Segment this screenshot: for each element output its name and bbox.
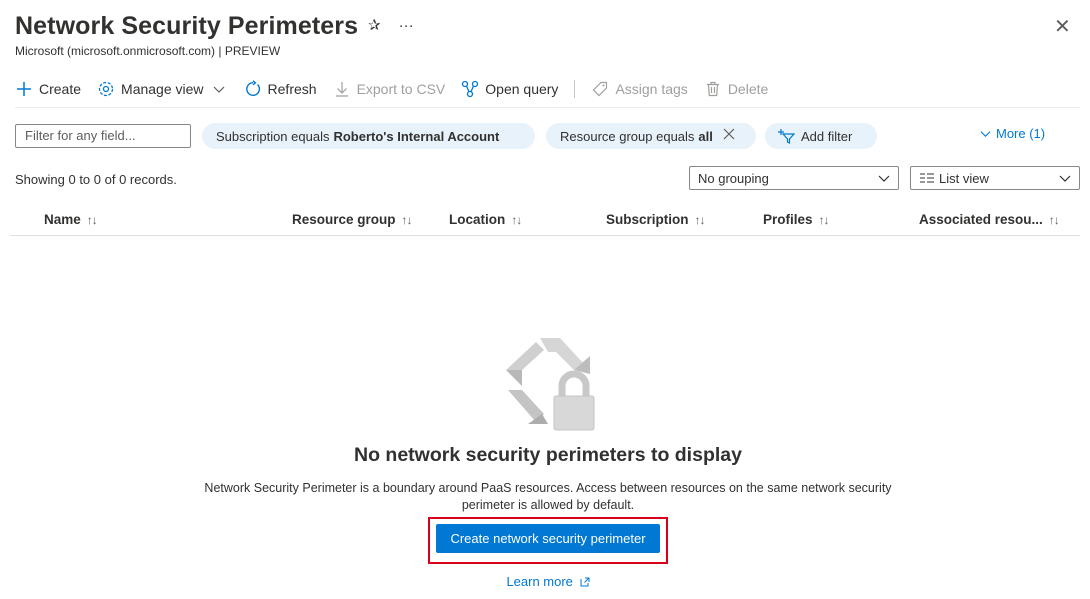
manage-view-button[interactable]: Manage view [97,80,228,98]
resource-group-filter-value: all [698,128,713,144]
open-query-button[interactable]: Open query [461,80,558,98]
network-security-perimeter-icon [494,330,602,438]
chevron-down-icon [980,128,991,139]
create-perimeter-button[interactable]: Create network security perimeter [436,524,660,553]
list-view-icon [919,172,935,184]
export-csv-button[interactable]: Export to CSV [333,80,446,98]
download-icon [333,80,351,98]
export-csv-label: Export to CSV [356,81,446,97]
grouping-dropdown[interactable]: No grouping [689,166,899,190]
toolbar-divider-line [15,107,1080,108]
column-header-associated-resources[interactable]: Associated resou... ↑↓ [919,212,1060,227]
title-actions: ✰ ··· [368,16,414,35]
create-label: Create [39,81,82,97]
toolbar-divider [574,80,576,98]
resource-group-filter-pill[interactable]: Resource group equals all [546,123,756,149]
empty-state-description: Network Security Perimeter is a boundary… [204,481,892,512]
delete-button[interactable]: Delete [704,80,768,98]
refresh-label: Refresh [267,81,317,97]
filter-input[interactable]: Filter for any field... [15,124,191,148]
close-icon[interactable]: ✕ [1054,14,1071,39]
sort-icon: ↑↓ [401,212,413,227]
more-filters-label: More (1) [996,126,1046,141]
page-title: Network Security Perimeters [15,12,359,40]
chevron-down-icon [1059,172,1071,184]
tag-icon [591,80,609,98]
trash-icon [704,80,722,98]
subscription-filter-prefix: Subscription equals [216,128,330,144]
column-profiles-label: Profiles [763,212,813,227]
add-filter-button[interactable]: Add filter [765,123,877,149]
pin-icon[interactable]: ✰ [368,16,381,34]
column-name-label: Name [44,212,81,227]
plus-icon [15,80,33,98]
column-header-subscription[interactable]: Subscription ↑↓ [606,212,706,227]
column-location-label: Location [449,212,506,227]
delete-label: Delete [727,81,769,97]
gear-icon [97,80,115,98]
chevron-down-icon [210,80,228,98]
records-count: Showing 0 to 0 of 0 records. [15,172,177,187]
sort-icon: ↑↓ [1048,212,1060,227]
subscription-filter-pill[interactable]: Subscription equals Roberto's Internal A… [202,123,535,149]
page-subtitle: Microsoft (microsoft.onmicrosoft.com) | … [15,44,281,58]
column-header-name[interactable]: Name ↑↓ [44,212,98,227]
grouping-value: No grouping [698,170,769,186]
empty-state-title: No network security perimeters to displa… [354,444,742,466]
sort-icon: ↑↓ [511,212,522,227]
sort-icon: ↑↓ [694,212,706,227]
sort-icon: ↑↓ [86,212,98,227]
subscription-filter-value: Roberto's Internal Account [333,128,500,144]
open-query-label: Open query [485,81,559,97]
query-icon [461,80,479,98]
add-filter-label: Add filter [801,128,853,144]
column-resource-group-label: Resource group [292,212,396,227]
learn-more-label: Learn more [506,574,573,589]
column-header-resource-group[interactable]: Resource group ↑↓ [292,212,413,227]
refresh-button[interactable]: Refresh [244,80,317,98]
column-header-profiles[interactable]: Profiles ↑↓ [763,212,830,227]
external-link-icon [580,575,590,590]
manage-view-label: Manage view [121,81,204,97]
command-bar: Create Manage view Refresh Export to CSV… [15,77,784,101]
assign-tags-label: Assign tags [615,81,688,97]
chevron-down-icon [878,172,890,184]
column-header-location[interactable]: Location ↑↓ [449,212,522,227]
column-associated-label: Associated resou... [919,212,1043,227]
more-options-icon[interactable]: ··· [399,17,414,34]
view-value: List view [939,170,989,186]
view-dropdown[interactable]: List view [910,166,1080,190]
assign-tags-button[interactable]: Assign tags [591,80,688,98]
refresh-icon [244,80,262,98]
view-selection: List view [919,171,989,186]
learn-more-link[interactable]: Learn more [0,574,1090,590]
column-subscription-label: Subscription [606,212,689,227]
sort-icon: ↑↓ [818,212,830,227]
table-header: Name ↑↓ Resource group ↑↓ Location ↑↓ Su… [10,204,1080,236]
resource-group-filter-prefix: Resource group equals [560,128,695,144]
add-filter-icon [777,128,795,144]
remove-filter-icon[interactable] [723,127,735,145]
more-filters-link[interactable]: More (1) [980,126,1045,141]
create-button[interactable]: Create [15,80,81,98]
